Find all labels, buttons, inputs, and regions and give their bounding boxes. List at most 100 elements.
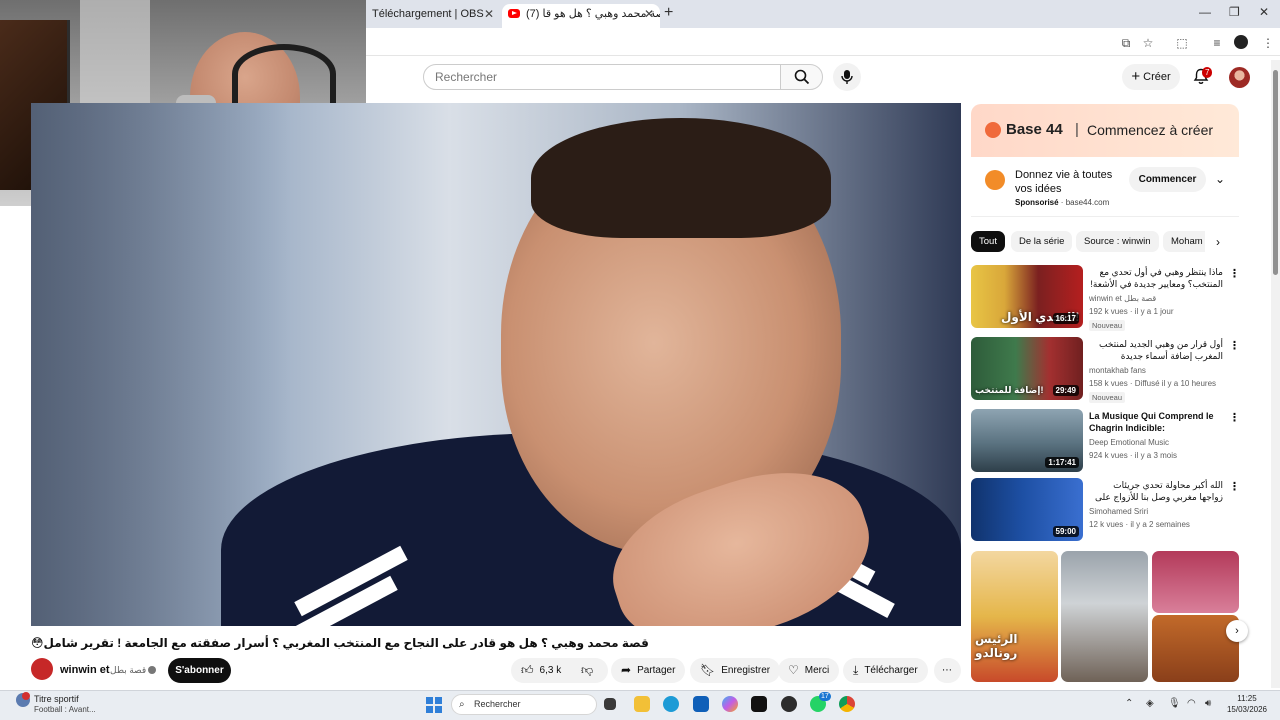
ad-meta: Sponsorisé · base44.com: [1015, 198, 1110, 207]
search-icon: [794, 69, 810, 85]
mic-icon: [841, 70, 853, 84]
video-title[interactable]: أول قرار من وهبي الجديد لمنتخب المغرب إض…: [1089, 338, 1223, 362]
ad-separator: |: [1075, 121, 1079, 138]
channel-avatar[interactable]: [31, 658, 53, 680]
close-window-icon[interactable]: ✕: [1259, 5, 1269, 19]
network-icon[interactable]: ◈: [1146, 698, 1154, 709]
chip-series[interactable]: De la série: [1011, 231, 1073, 252]
profile-avatar-icon[interactable]: [1234, 35, 1248, 49]
chevron-right-icon[interactable]: ›: [1226, 620, 1248, 642]
like-count: 6,3 k: [539, 665, 562, 676]
more-options-icon[interactable]: ⋮: [1229, 411, 1240, 424]
menu-kebab-icon[interactable]: ⋮: [1260, 35, 1276, 51]
wifi-icon[interactable]: ◠: [1187, 698, 1196, 709]
chip-source[interactable]: Source : winwin: [1076, 231, 1159, 252]
task-view-icon[interactable]: [604, 698, 616, 710]
channel-name[interactable]: winwin et: [60, 664, 110, 676]
heart-dollar-icon: ♡: [788, 663, 799, 677]
video-title[interactable]: ماذا ينتظر وهبي في أول تحدي مع المنتخب؟ …: [1089, 266, 1223, 290]
tab-label: Téléchargement | OBS: [372, 8, 484, 20]
create-button[interactable]: + Créer: [1122, 64, 1180, 90]
ad-cta-button[interactable]: Commencer: [1129, 167, 1206, 192]
tab-close-icon[interactable]: ✕: [644, 4, 654, 24]
microphone-tray-icon[interactable]: 🎙︎: [1168, 698, 1181, 709]
subscribe-button[interactable]: S'abonner: [168, 658, 231, 683]
maximize-icon[interactable]: ❐: [1229, 5, 1240, 19]
more-actions-button[interactable]: ⋯: [934, 658, 961, 683]
account-avatar[interactable]: [1229, 67, 1250, 88]
minimize-icon[interactable]: —: [1199, 5, 1211, 19]
chevron-down-icon[interactable]: ⌄: [1215, 172, 1225, 186]
share-button[interactable]: ➦ Partager: [611, 658, 686, 683]
tray-overflow-icon[interactable]: ⌃: [1125, 698, 1133, 709]
widgets-badge: [22, 692, 30, 700]
thanks-label: Merci: [804, 665, 830, 676]
taskbar-search-label: Rechercher: [474, 699, 521, 709]
thumbnail-text: إضافة للمنتخب!: [975, 385, 1044, 395]
search-input[interactable]: Rechercher: [423, 64, 781, 90]
tab-obs[interactable]: Téléchargement | OBS ✕: [364, 4, 500, 28]
channel-name[interactable]: Simohamed Sriri: [1089, 507, 1148, 516]
chrome-icon[interactable]: [839, 696, 855, 712]
obs-icon[interactable]: [781, 696, 797, 712]
more-options-icon[interactable]: ⋮: [1229, 339, 1240, 352]
short-thumbnail[interactable]: [1152, 615, 1239, 682]
video-meta: 158 k vues · Diffusé il y a 10 heures: [1089, 379, 1217, 388]
widget-subtitle: Football : Avant...: [34, 705, 96, 714]
video-title[interactable]: الله أكبر محاولة تحدي جريئات زواجها مغرب…: [1089, 479, 1223, 503]
dislike-button[interactable]: 👎︎: [567, 658, 608, 683]
channel-name[interactable]: montakhab fans: [1089, 366, 1146, 375]
video-thumbnail[interactable]: التحدي الأول! 16:17: [971, 265, 1083, 328]
extensions-icon[interactable]: ⬚: [1174, 35, 1190, 51]
list-item[interactable]: إضافة للمنتخب! 29:49 أول قرار من وهبي ال…: [971, 337, 1240, 403]
thanks-button[interactable]: ♡ Merci: [778, 658, 840, 683]
download-label: Télécharger: [864, 665, 918, 676]
chip-moham[interactable]: Moham: [1163, 231, 1205, 252]
reading-list-icon[interactable]: ≡: [1209, 35, 1225, 51]
cast-icon[interactable]: ⧉: [1118, 35, 1134, 51]
video-title: قصة محمد وهبي ؟ هل هو قادر على النجاح مع…: [31, 636, 649, 650]
save-button[interactable]: 🔖︎ Enregistrer: [690, 658, 781, 683]
tiktok-icon[interactable]: [751, 696, 767, 712]
video-player[interactable]: [31, 103, 961, 626]
voice-search-button[interactable]: [833, 63, 861, 91]
scrollbar-thumb[interactable]: [1273, 70, 1278, 275]
chip-all[interactable]: Tout: [971, 231, 1005, 252]
chevron-right-icon[interactable]: ›: [1216, 235, 1220, 249]
bookmark-star-icon[interactable]: ☆: [1140, 35, 1156, 51]
file-explorer-icon[interactable]: [634, 696, 650, 712]
bookmark-icon: 🔖︎: [700, 663, 716, 677]
video-thumbnail[interactable]: 59:00: [971, 478, 1083, 541]
list-item[interactable]: التحدي الأول! 16:17 ماذا ينتظر وهبي في أ…: [971, 265, 1240, 331]
more-options-icon[interactable]: ⋮: [1229, 480, 1240, 493]
widget-title[interactable]: Titre sportif: [34, 694, 79, 704]
system-clock[interactable]: 11:25 15/03/2026: [1222, 693, 1272, 715]
download-button[interactable]: ⤓ Télécharger: [843, 658, 928, 683]
short-thumb-text: الرئيس رونالدو: [975, 632, 1018, 660]
verified-icon: [148, 666, 157, 674]
video-thumbnail[interactable]: إضافة للمنتخب! 29:49: [971, 337, 1083, 400]
video-thumbnail[interactable]: 1:17:41: [971, 409, 1083, 472]
taskbar-search[interactable]: ⌕ Rechercher: [451, 694, 597, 715]
volume-icon[interactable]: 🔊︎: [1205, 698, 1211, 709]
edge-icon[interactable]: [663, 696, 679, 712]
short-thumbnail[interactable]: [1152, 551, 1239, 613]
tab-youtube-active[interactable]: (7) قصة محمد وهبي ؟ هل هو قا ✕: [502, 4, 660, 28]
search-icon: ⌕: [459, 699, 465, 710]
video-title[interactable]: La Musique Qui Comprend le Chagrin Indic…: [1089, 410, 1223, 434]
short-thumbnail[interactable]: [1061, 551, 1148, 682]
windows-start-icon[interactable]: [426, 697, 442, 713]
copilot-icon[interactable]: [722, 696, 738, 712]
channel-name[interactable]: Deep Emotional Music: [1089, 438, 1169, 447]
ad-text[interactable]: Donnez vie à toutes vos idées: [1015, 168, 1120, 196]
list-item[interactable]: 1:17:41 La Musique Qui Comprend le Chagr…: [971, 409, 1240, 473]
new-tab-button[interactable]: +: [664, 4, 673, 22]
store-icon[interactable]: [693, 696, 709, 712]
channel-name[interactable]: winwin et قصة بطل: [1089, 294, 1156, 303]
tab-close-icon[interactable]: ✕: [484, 4, 494, 24]
search-button[interactable]: [780, 64, 823, 90]
list-item[interactable]: 59:00 الله أكبر محاولة تحدي جريئات زواجه…: [971, 478, 1240, 542]
sponsored-label: Sponsorisé: [1015, 198, 1059, 207]
more-options-icon[interactable]: ⋮: [1229, 267, 1240, 280]
short-thumbnail[interactable]: الرئيس رونالدو: [971, 551, 1058, 682]
